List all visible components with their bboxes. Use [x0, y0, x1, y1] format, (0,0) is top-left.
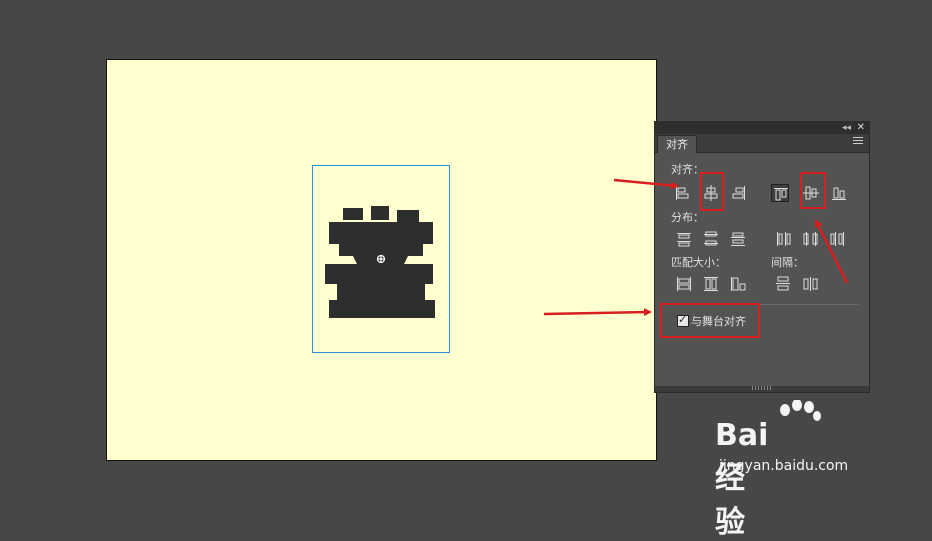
watermark-brand: Bai 经验	[715, 418, 769, 540]
arrow-to-middle-button	[814, 219, 849, 284]
arrow-to-center-button	[613, 178, 679, 190]
arrow-to-stage-checkbox	[543, 308, 652, 317]
watermark-url: jingyan.baidu.com	[719, 458, 849, 474]
paw-logo-icon	[780, 400, 821, 421]
